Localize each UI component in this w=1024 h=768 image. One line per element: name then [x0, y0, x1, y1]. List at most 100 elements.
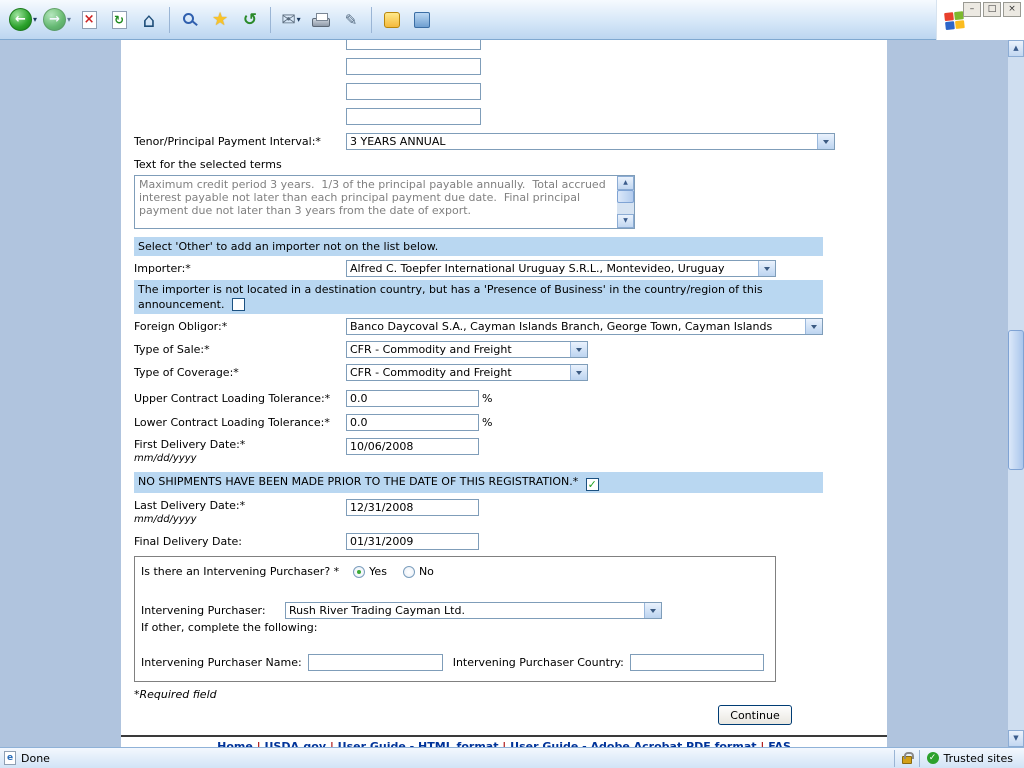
vertical-scrollbar[interactable]: ▲ ▼ [1008, 40, 1024, 747]
home-button[interactable]: ⌂ [134, 4, 164, 36]
close-button[interactable]: × [1003, 2, 1021, 17]
type-of-sale-value: CFR - Commodity and Freight [350, 343, 512, 356]
blank-input-2[interactable] [346, 58, 481, 75]
padlock-icon [902, 756, 912, 764]
tenor-select[interactable]: 3 YEARS ANNUAL [346, 133, 835, 150]
blank-input-3[interactable] [346, 83, 481, 100]
final-delivery-label: Final Delivery Date: [134, 535, 346, 548]
toolbar-separator [169, 7, 170, 33]
tenor-label: Tenor/Principal Payment Interval:* [134, 135, 346, 148]
terms-textarea[interactable]: Maximum credit period 3 years. 1/3 of th… [134, 175, 635, 229]
foreign-obligor-value: Banco Daycoval S.A., Cayman Islands Bran… [350, 320, 772, 333]
terms-label: Text for the selected terms [134, 158, 874, 171]
refresh-button[interactable]: ↻ [104, 4, 134, 36]
dropdown-arrow-icon[interactable] [817, 134, 834, 149]
upper-tolerance-label: Upper Contract Loading Tolerance:* [134, 392, 346, 405]
restore-button[interactable]: □ [983, 2, 1001, 17]
status-bar: e Done ✓ Trusted sites [0, 747, 1024, 768]
footer-link[interactable]: User Guide - Adobe Acrobat PDF format [510, 740, 756, 747]
blank-input-1[interactable] [346, 40, 481, 50]
lock-pane [894, 750, 919, 767]
importer-select[interactable]: Alfred C. Toepfer International Uruguay … [346, 260, 776, 277]
intervening-name-input[interactable] [308, 654, 443, 671]
scrollbar-thumb[interactable] [1008, 330, 1024, 470]
intervening-purchaser-label: Intervening Purchaser: [141, 604, 285, 617]
print-icon [312, 18, 330, 27]
forward-icon: → [43, 8, 66, 31]
refresh-icon: ↻ [112, 11, 127, 29]
last-delivery-label-text: Last Delivery Date:* [134, 499, 245, 512]
importer-note: Select 'Other' to add an importer not on… [134, 237, 823, 256]
toolbar-separator [371, 7, 372, 33]
scroll-down-button[interactable]: ▼ [1008, 730, 1024, 747]
stop-button[interactable]: × [74, 4, 104, 36]
type-of-sale-select[interactable]: CFR - Commodity and Freight [346, 341, 588, 358]
footer-link[interactable]: User Guide - HTML format [338, 740, 499, 747]
intervening-country-input[interactable] [630, 654, 764, 671]
intervening-name-label: Intervening Purchaser Name: [141, 656, 302, 669]
forward-button[interactable]: → ▾ [40, 4, 74, 36]
footer-link[interactable]: Home [217, 740, 253, 747]
favorites-button[interactable]: ★ [205, 4, 235, 36]
scroll-up-button[interactable]: ▲ [1008, 40, 1024, 57]
research-button[interactable] [407, 4, 437, 36]
percent-sign: % [482, 392, 492, 405]
continue-button[interactable]: Continue [718, 705, 792, 725]
dropdown-arrow-icon[interactable] [644, 603, 661, 618]
type-of-coverage-select[interactable]: CFR - Commodity and Freight [346, 364, 588, 381]
terms-scroll-thumb[interactable] [617, 190, 634, 203]
search-button[interactable] [175, 4, 205, 36]
browser-window: ← ▾ → ▾ × ↻ ⌂ ★ ↺ ✉ ▾ [0, 0, 1024, 768]
back-icon: ← [9, 8, 32, 31]
window-controls: – □ × [963, 2, 1021, 17]
print-button[interactable] [306, 4, 336, 36]
blank-input-4[interactable] [346, 108, 481, 125]
terms-scroll-up-icon[interactable]: ▲ [617, 176, 634, 190]
intervening-purchaser-box: Is there an Intervening Purchaser? * Yes… [134, 556, 776, 682]
foreign-obligor-select[interactable]: Banco Daycoval S.A., Cayman Islands Bran… [346, 318, 823, 335]
terms-text: Maximum credit period 3 years. 1/3 of th… [139, 178, 612, 226]
presence-checkbox[interactable] [232, 298, 245, 311]
intervening-purchaser-value: Rush River Trading Cayman Ltd. [289, 604, 465, 617]
lower-tolerance-input[interactable] [346, 414, 479, 431]
dropdown-arrow-icon[interactable] [805, 319, 822, 334]
footer-divider [121, 735, 887, 737]
tenor-value: 3 YEARS ANNUAL [350, 135, 446, 148]
final-delivery-input[interactable] [346, 533, 479, 550]
research-icon [414, 12, 430, 28]
toolbar-separator [270, 7, 271, 33]
first-delivery-label: First Delivery Date:* mm/dd/yyyy [134, 438, 346, 464]
intervening-no-radio[interactable] [403, 566, 415, 578]
intervening-yes-radio[interactable] [353, 566, 365, 578]
no-shipments-note: NO SHIPMENTS HAVE BEEN MADE PRIOR TO THE… [138, 475, 578, 488]
forward-chevron-down-icon[interactable]: ▾ [67, 15, 71, 24]
last-delivery-input[interactable] [346, 499, 479, 516]
footer-link[interactable]: USDA.gov [265, 740, 326, 747]
no-shipments-checkbox[interactable]: ✓ [586, 478, 599, 491]
footer-link[interactable]: FAS [768, 740, 791, 747]
minimize-button[interactable]: – [963, 2, 981, 17]
upper-tolerance-input[interactable] [346, 390, 479, 407]
presence-note-block: The importer is not located in a destina… [134, 280, 823, 314]
importer-label: Importer:* [134, 262, 346, 275]
footer-separator: | [757, 740, 769, 747]
back-chevron-down-icon[interactable]: ▾ [33, 15, 37, 24]
terms-scroll-down-icon[interactable]: ▼ [617, 214, 634, 228]
home-icon: ⌂ [143, 10, 156, 30]
dropdown-arrow-icon[interactable] [570, 342, 587, 357]
intervening-question: Is there an Intervening Purchaser? * [141, 565, 339, 578]
importer-value: Alfred C. Toepfer International Uruguay … [350, 262, 725, 275]
intervening-purchaser-select[interactable]: Rush River Trading Cayman Ltd. [285, 602, 662, 619]
terms-scrollbar[interactable]: ▲ ▼ [617, 176, 634, 228]
back-button[interactable]: ← ▾ [6, 4, 40, 36]
mail-button[interactable]: ✉ ▾ [276, 4, 306, 36]
edit-button[interactable]: ✎ [336, 4, 366, 36]
dropdown-arrow-icon[interactable] [758, 261, 775, 276]
no-shipments-block: NO SHIPMENTS HAVE BEEN MADE PRIOR TO THE… [134, 472, 823, 493]
dropdown-arrow-icon[interactable] [570, 365, 587, 380]
date-format-hint: mm/dd/yyyy [134, 514, 197, 525]
history-button[interactable]: ↺ [235, 4, 265, 36]
first-delivery-input[interactable] [346, 438, 479, 455]
mail-chevron-down-icon[interactable]: ▾ [297, 15, 301, 24]
messenger-button[interactable] [377, 4, 407, 36]
